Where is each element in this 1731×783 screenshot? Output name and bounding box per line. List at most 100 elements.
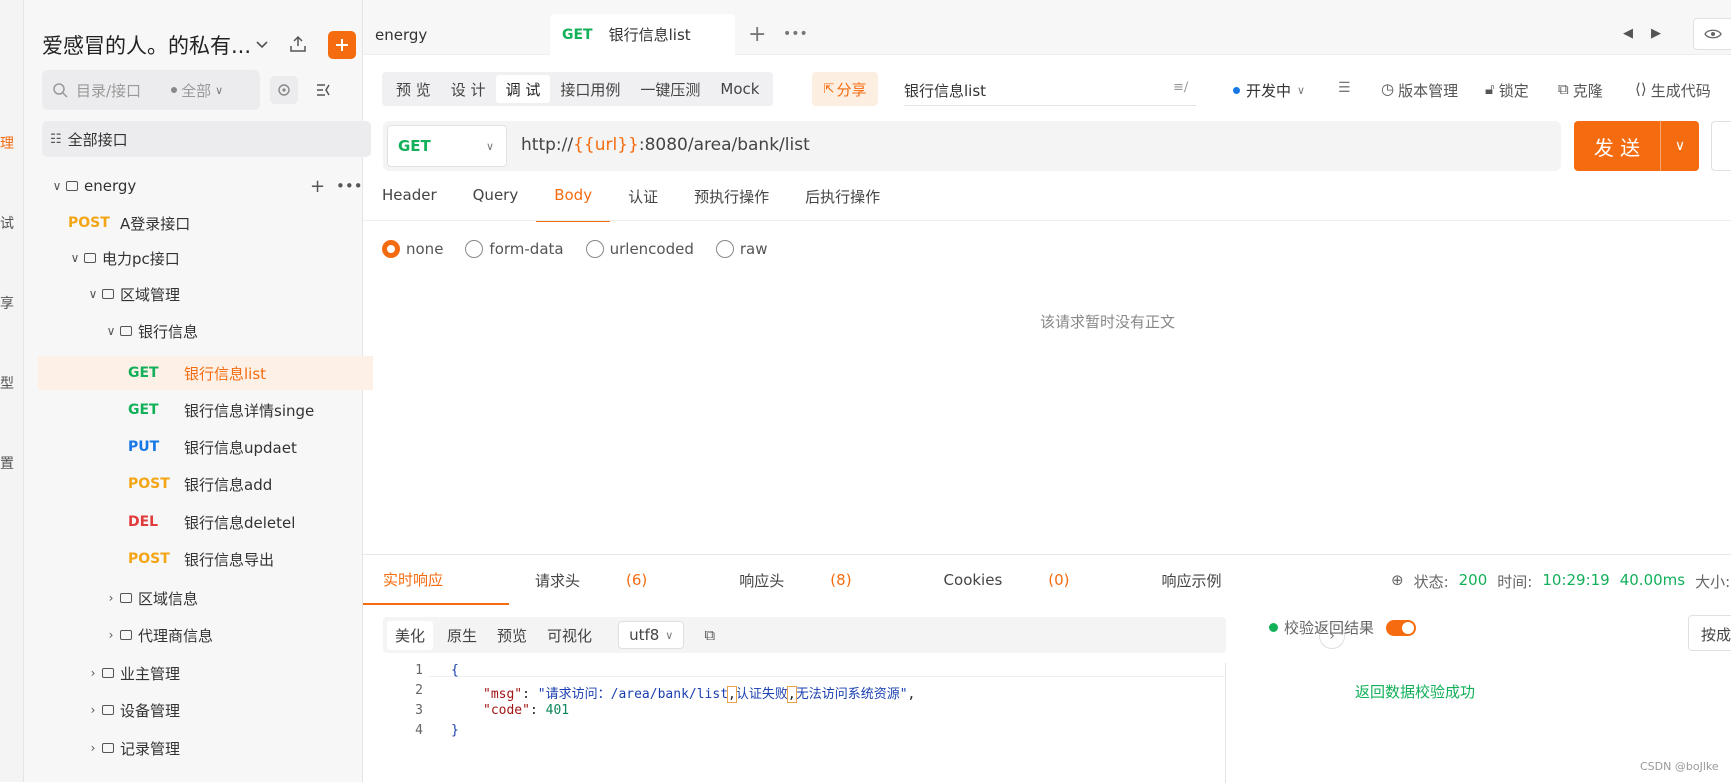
tab-energy[interactable]: energy bbox=[375, 14, 535, 55]
tree-icon: ☷ bbox=[50, 131, 62, 147]
clone-button[interactable]: ⧉ 克隆 bbox=[1558, 80, 1603, 101]
gencode-label: 生成代码 bbox=[1650, 82, 1711, 100]
more-icon[interactable]: ••• bbox=[783, 26, 808, 42]
mode-mock[interactable]: Mock bbox=[710, 75, 769, 103]
lock-button[interactable]: 🔓︎ 锁定 bbox=[1485, 80, 1529, 101]
tree-folder[interactable]: › 业主管理 bbox=[38, 656, 373, 690]
format-visual[interactable]: 可视化 bbox=[547, 625, 592, 646]
tab-cookies[interactable]: Cookies (0) bbox=[944, 555, 1116, 605]
tab-query[interactable]: Query bbox=[473, 182, 519, 222]
validate-toggle[interactable]: 校验返回结果 bbox=[1269, 617, 1417, 638]
locate-icon[interactable] bbox=[270, 76, 298, 104]
copy-icon[interactable]: ⧉ bbox=[704, 626, 715, 644]
tree-api[interactable]: DEL 银行信息deletel bbox=[38, 505, 373, 539]
mode-stress[interactable]: 一键压测 bbox=[630, 75, 710, 103]
tab-body[interactable]: Body bbox=[536, 182, 611, 222]
format-preview[interactable]: 预览 bbox=[497, 625, 527, 646]
radio-form-data[interactable]: form-data bbox=[465, 240, 564, 258]
rail-item[interactable]: 试 bbox=[0, 213, 14, 233]
method-select[interactable]: GET ∨ bbox=[387, 125, 507, 167]
tree-api[interactable]: POST 银行信息导出 bbox=[38, 542, 373, 576]
status-select[interactable]: 开发中 ∨ bbox=[1233, 80, 1305, 101]
add-button[interactable] bbox=[328, 31, 356, 59]
rail-item[interactable]: 理 bbox=[0, 133, 14, 153]
add-icon[interactable]: + bbox=[310, 176, 325, 197]
tab-request-headers[interactable]: 请求头 (6) bbox=[535, 555, 693, 605]
workspace-title[interactable]: 爱感冒的人。的私有... bbox=[42, 30, 251, 60]
radio-urlencoded[interactable]: urlencoded bbox=[585, 240, 694, 258]
radio-circle bbox=[715, 240, 734, 258]
eye-icon[interactable] bbox=[1693, 18, 1731, 50]
mode-preview[interactable]: 预 览 bbox=[386, 75, 441, 103]
globe-icon: ⊕ bbox=[1391, 571, 1404, 589]
tab-auth[interactable]: 认证 bbox=[628, 182, 658, 222]
copy-icon: ⧉ bbox=[1558, 80, 1569, 98]
tree-folder[interactable]: › 区域信息 bbox=[38, 581, 373, 615]
radio-raw[interactable]: raw bbox=[715, 240, 768, 258]
mode-design[interactable]: 设 计 bbox=[441, 75, 496, 103]
collapse-icon[interactable] bbox=[310, 76, 338, 104]
import-icon[interactable] bbox=[286, 32, 310, 56]
tree-folder[interactable]: ∨ 电力pc接口 bbox=[38, 241, 373, 275]
scope-select[interactable]: 全部 ∨ bbox=[171, 80, 223, 101]
tree-folder[interactable]: ∨ 区域管理 bbox=[38, 277, 373, 311]
tab-response-headers[interactable]: 响应头 (8) bbox=[739, 555, 897, 605]
tree-api[interactable]: GET 银行信息list bbox=[38, 356, 373, 390]
save-button[interactable] bbox=[1711, 121, 1731, 171]
url-bar: GET ∨ http://{{url}}:8080/area/bank/list bbox=[383, 121, 1561, 171]
response-status: ⊕ 状态: 200 时间: 10:29:19 40.00ms 大小: bbox=[1391, 571, 1730, 592]
prev-tab-icon[interactable]: ◀ bbox=[1623, 26, 1633, 41]
tree-api[interactable]: GET 银行信息详情singe bbox=[38, 393, 373, 427]
method-badge: GET bbox=[128, 365, 159, 381]
tab-examples[interactable]: 响应示例 bbox=[1162, 555, 1268, 605]
next-tab-icon[interactable]: ▶ bbox=[1651, 26, 1661, 41]
encoding-select[interactable]: utf8 ∨ bbox=[618, 621, 685, 649]
tree-api[interactable]: PUT 银行信息updaet bbox=[38, 430, 373, 464]
tree-folder[interactable]: ∨ 银行信息 bbox=[38, 314, 373, 348]
send-label: 发 送 bbox=[1593, 135, 1641, 160]
all-apis[interactable]: ☷ 全部接口 bbox=[42, 121, 371, 157]
edit-icon[interactable]: ≡∕ bbox=[1173, 80, 1188, 95]
chevron-down-icon[interactable]: ∨ bbox=[1661, 138, 1699, 154]
size-label: 大小: bbox=[1695, 573, 1731, 591]
tab-pre-script[interactable]: 预执行操作 bbox=[694, 182, 769, 222]
rail-item[interactable]: 享 bbox=[0, 293, 14, 313]
encoding-label: utf8 bbox=[629, 626, 660, 644]
more-icon[interactable]: ••• bbox=[336, 177, 363, 195]
rail-item[interactable]: 置 bbox=[0, 453, 14, 473]
tree-label: 银行信息deletel bbox=[184, 513, 296, 532]
tree-folder[interactable]: › 设备管理 bbox=[38, 693, 373, 727]
tab-realtime[interactable]: 实时响应 bbox=[363, 555, 510, 605]
new-tab-icon[interactable]: + bbox=[748, 22, 766, 47]
version-button[interactable]: ◷ 版本管理 bbox=[1381, 80, 1458, 101]
tree-project[interactable]: ∨ energy + ••• bbox=[38, 169, 373, 203]
tree-folder[interactable]: › 代理商信息 bbox=[38, 618, 373, 652]
chevron-down-icon[interactable] bbox=[252, 34, 272, 54]
gencode-button[interactable]: ⟨⟩ 生成代码 bbox=[1635, 80, 1711, 101]
tree-api[interactable]: POST 银行信息add bbox=[38, 467, 373, 501]
action-button[interactable]: 按成 bbox=[1688, 615, 1731, 651]
lock-icon: 🔓︎ bbox=[1485, 80, 1495, 98]
url-variable: {{url}} bbox=[573, 135, 639, 155]
send-button[interactable]: 发 送 ∨ bbox=[1574, 121, 1699, 171]
api-name[interactable]: 银行信息list bbox=[904, 80, 986, 101]
toggle-switch[interactable] bbox=[1386, 619, 1417, 636]
mode-debug[interactable]: 调 试 bbox=[495, 75, 551, 103]
rail-item[interactable]: 型 bbox=[0, 373, 14, 393]
tree-folder[interactable]: › 记录管理 bbox=[38, 731, 373, 765]
radio-none[interactable]: none bbox=[382, 240, 443, 258]
tab-active-request[interactable]: GET 银行信息list bbox=[550, 14, 735, 55]
share-button[interactable]: ⇱ 分享 bbox=[812, 72, 878, 106]
mode-cases[interactable]: 接口用例 bbox=[550, 75, 630, 103]
format-pretty[interactable]: 美化 bbox=[387, 620, 434, 650]
tree-api[interactable]: POST A登录接口 bbox=[38, 206, 373, 240]
tab-post-script[interactable]: 后执行操作 bbox=[805, 182, 880, 222]
divider bbox=[363, 220, 1731, 221]
search-input[interactable]: 目录/接口 bbox=[76, 80, 141, 101]
url-input[interactable]: http://{{url}}:8080/area/bank/list bbox=[521, 135, 810, 155]
tree-label: 业主管理 bbox=[120, 664, 181, 683]
format-raw[interactable]: 原生 bbox=[447, 625, 477, 646]
tab-header[interactable]: Header bbox=[382, 182, 437, 222]
outline-icon[interactable]: ☰ bbox=[1338, 80, 1351, 96]
search-box[interactable]: 目录/接口 全部 ∨ bbox=[42, 70, 260, 110]
